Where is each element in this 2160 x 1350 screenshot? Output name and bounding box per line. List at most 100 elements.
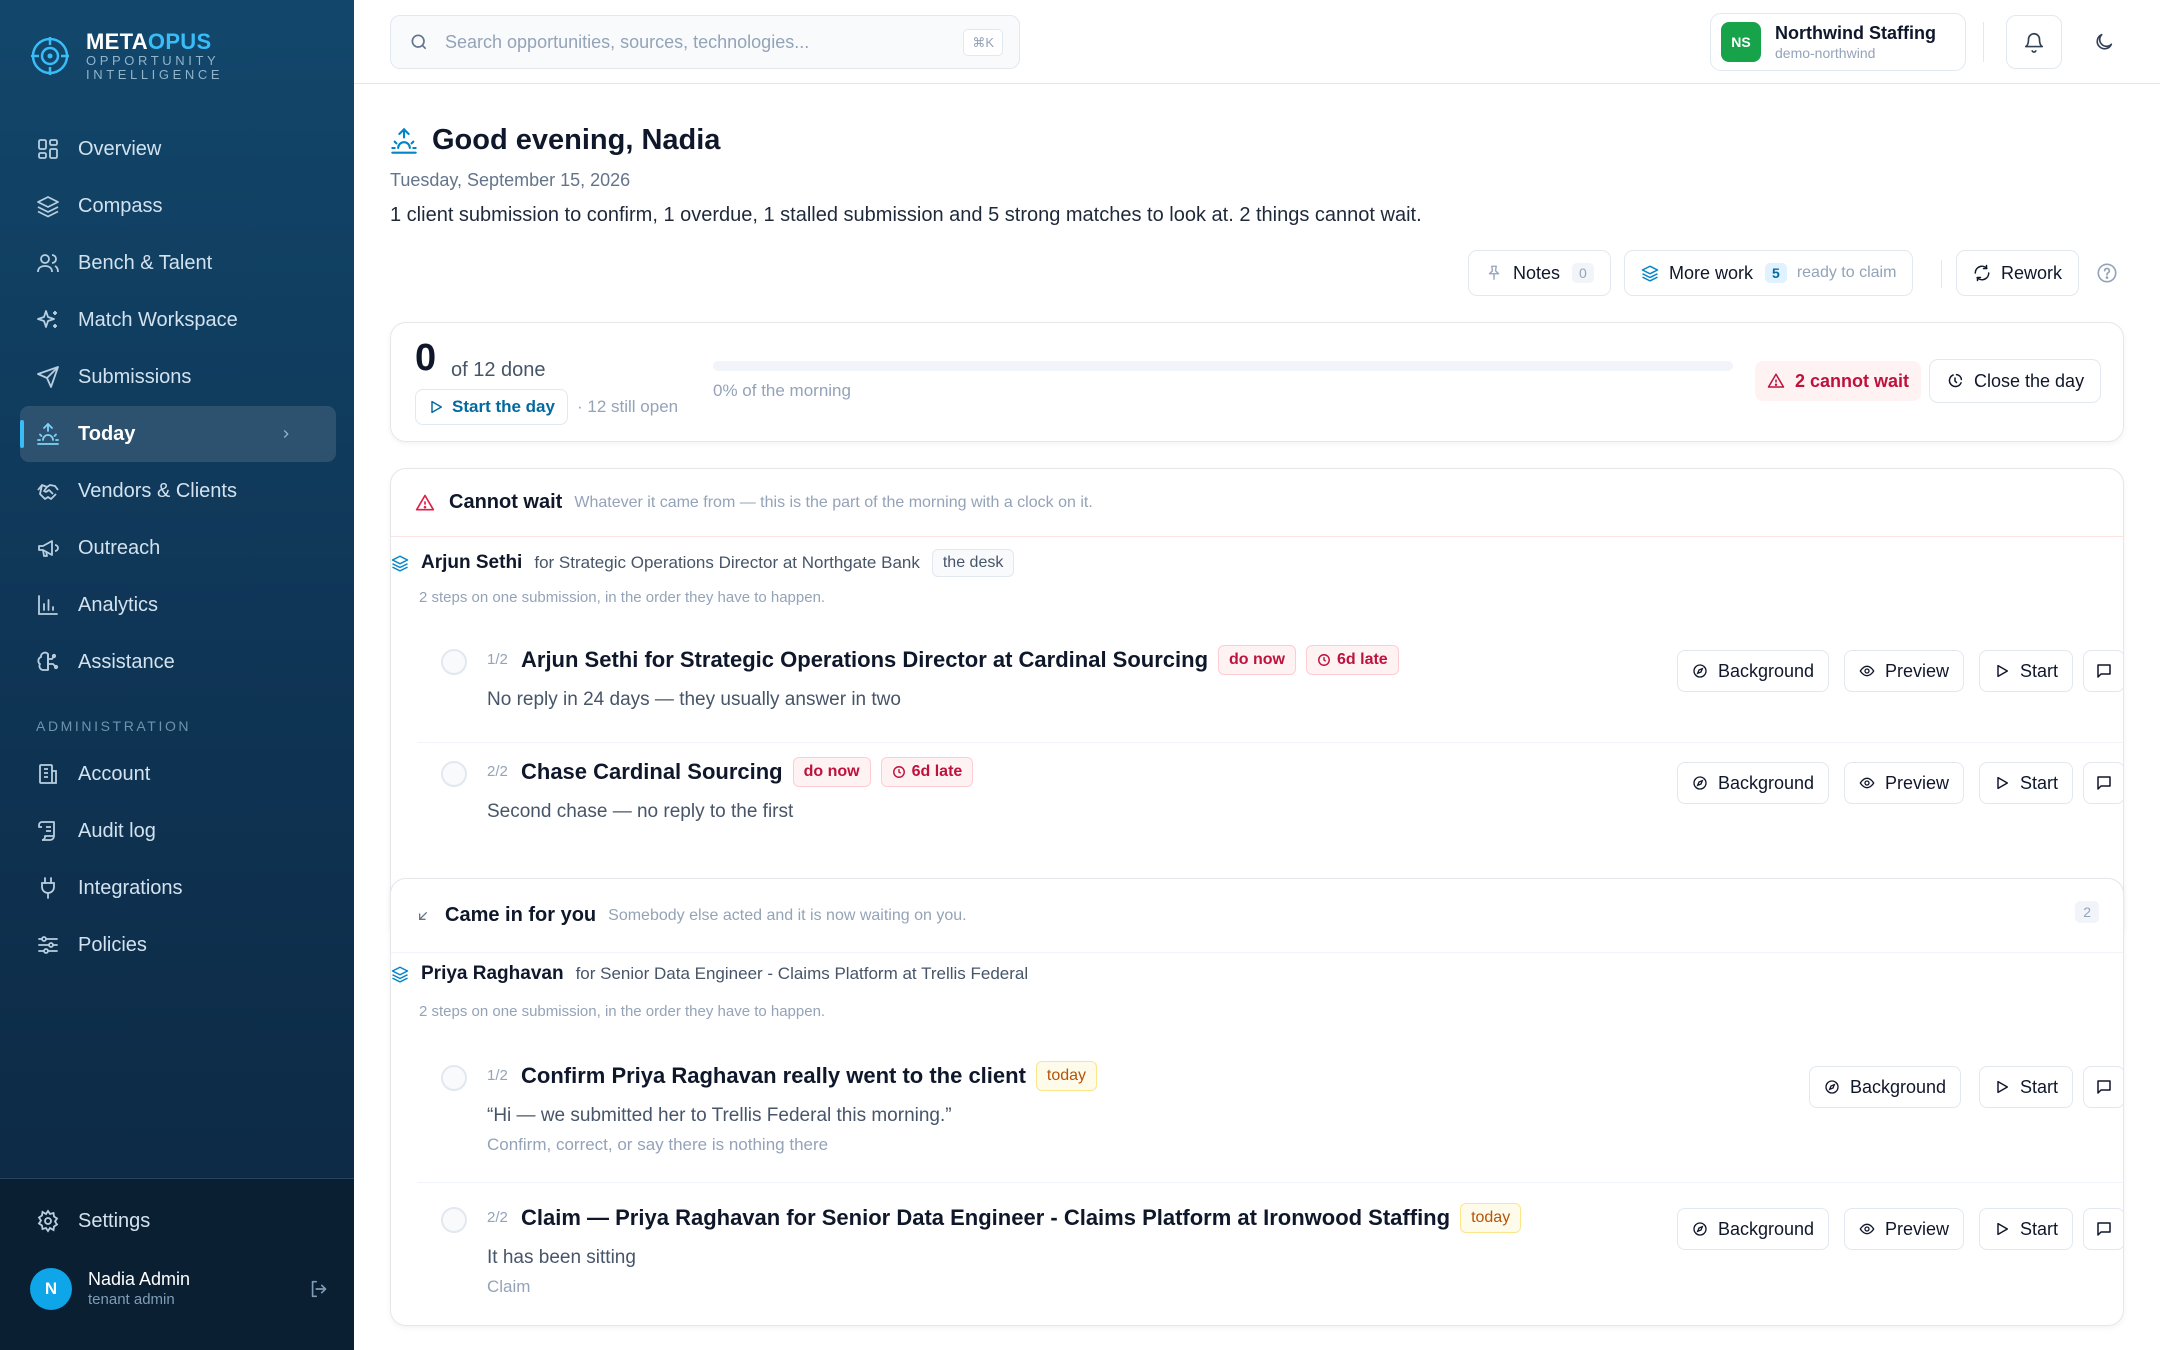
user-profile[interactable]: N Nadia Admin tenant admin: [30, 1268, 330, 1310]
section-title: Cannot wait: [449, 491, 563, 513]
background-button[interactable]: Background: [1677, 1208, 1830, 1250]
page-title: Good evening, Nadia: [432, 124, 721, 156]
nav-item-analytics[interactable]: Analytics: [20, 577, 336, 633]
section-subtitle: Somebody else acted and it is now waitin…: [608, 906, 967, 924]
play-icon: [1994, 1079, 2010, 1095]
arrow-down-left-icon: [415, 908, 431, 924]
divider: [1941, 260, 1942, 288]
tenant-switcher[interactable]: NS Northwind Staffing demo-northwind: [1710, 13, 1966, 71]
nav-label: Outreach: [78, 536, 161, 559]
send-icon: [36, 365, 60, 389]
compass-icon: [1692, 775, 1708, 791]
warning-triangle-icon: [415, 493, 435, 513]
background-button[interactable]: Background: [1677, 650, 1830, 692]
task-checkbox[interactable]: [441, 1065, 467, 1091]
divider: [1983, 22, 1984, 62]
nav-item-bench-talent[interactable]: Bench & Talent: [20, 235, 336, 291]
nav-label: Today: [78, 422, 136, 445]
more-work-button[interactable]: More work 5 ready to claim: [1624, 250, 1914, 296]
do-now-badge: do now: [1218, 645, 1296, 675]
nav-item-integrations[interactable]: Integrations: [20, 860, 336, 916]
task-title-text[interactable]: Arjun Sethi for Strategic Operations Dir…: [521, 647, 1208, 673]
scroll-icon: [36, 819, 60, 843]
candidate-name[interactable]: Arjun Sethi: [421, 552, 522, 574]
theme-toggle-button[interactable]: [2076, 15, 2132, 69]
cannot-wait-section: Cannot wait Whatever it came from — this…: [390, 468, 2124, 938]
nav-label: Overview: [78, 137, 162, 160]
task-title-text[interactable]: Chase Cardinal Sourcing: [521, 759, 783, 785]
background-button[interactable]: Background: [1809, 1066, 1962, 1108]
comment-button[interactable]: [2083, 762, 2123, 804]
section-header: Cannot wait Whatever it came from — this…: [391, 469, 2123, 537]
help-icon[interactable]: [2096, 262, 2118, 284]
search-bar[interactable]: Search opportunities, sources, technolog…: [390, 15, 1020, 69]
nav-item-account[interactable]: Account: [20, 746, 336, 802]
nav-item-assistance[interactable]: Assistance: [20, 634, 336, 690]
layers-icon: [391, 554, 409, 572]
nav-item-audit-log[interactable]: Audit log: [20, 803, 336, 859]
task-step: 1/2: [487, 651, 508, 668]
brand-tagline: OPPORTUNITY INTELLIGENCE: [86, 53, 224, 82]
comment-button[interactable]: [2083, 1066, 2123, 1108]
candidate-name[interactable]: Priya Raghavan: [421, 963, 564, 985]
start-button[interactable]: Start: [1979, 1066, 2074, 1108]
task-checkbox[interactable]: [441, 1207, 467, 1233]
task-checkbox[interactable]: [441, 649, 467, 675]
start-button[interactable]: Start: [1979, 650, 2074, 692]
task-row: 2/2 Claim — Priya Raghavan for Senior Da…: [417, 1183, 2123, 1323]
task-checkbox[interactable]: [441, 761, 467, 787]
layers-icon: [36, 194, 60, 218]
tenant-name: Northwind Staffing: [1775, 23, 1936, 43]
comment-button[interactable]: [2083, 1208, 2123, 1250]
background-button[interactable]: Background: [1677, 762, 1830, 804]
nav-label: Integrations: [78, 876, 183, 899]
handshake-icon: [36, 479, 60, 503]
admin-section-label: ADMINISTRATION: [36, 718, 192, 734]
notes-button[interactable]: Notes 0: [1468, 250, 1611, 296]
task-title-text[interactable]: Claim — Priya Raghavan for Senior Data E…: [521, 1205, 1450, 1231]
search-input[interactable]: Search opportunities, sources, technolog…: [445, 32, 809, 53]
progress-bar: [713, 361, 1733, 371]
start-button[interactable]: Start: [1979, 1208, 2074, 1250]
notifications-button[interactable]: [2006, 15, 2062, 69]
comment-button[interactable]: [2083, 650, 2123, 692]
cannot-wait-badge[interactable]: 2 cannot wait: [1755, 361, 1922, 401]
submission-role: for Senior Data Engineer - Claims Platfo…: [575, 964, 1029, 983]
nav-label: Bench & Talent: [78, 251, 213, 274]
section-header: Came in for you Somebody else acted and …: [391, 879, 2123, 953]
logout-icon[interactable]: [308, 1278, 330, 1300]
nav-item-policies[interactable]: Policies: [20, 917, 336, 973]
task-title: Claim — Priya Raghavan for Senior Data E…: [521, 1203, 1522, 1233]
task-title-text[interactable]: Confirm Priya Raghavan really went to th…: [521, 1063, 1026, 1089]
brand-logo[interactable]: METAOPUS OPPORTUNITY INTELLIGENCE: [30, 30, 226, 82]
preview-button[interactable]: Preview: [1844, 762, 1965, 804]
warning-triangle-icon: [1767, 372, 1785, 390]
nav-item-outreach[interactable]: Outreach: [20, 520, 336, 576]
nav-item-settings[interactable]: Settings: [20, 1193, 336, 1249]
main-nav: Overview Compass Bench & Talent Match Wo…: [20, 121, 336, 691]
bell-icon: [2023, 31, 2045, 53]
nav-item-vendors-clients[interactable]: Vendors & Clients: [20, 463, 336, 519]
nav-item-match-workspace[interactable]: Match Workspace: [20, 292, 336, 348]
task-row: 1/2 Confirm Priya Raghavan really went t…: [417, 1043, 2123, 1183]
preview-button[interactable]: Preview: [1844, 650, 1965, 692]
nav-item-submissions[interactable]: Submissions: [20, 349, 336, 405]
layers-icon: [1641, 264, 1659, 282]
nav-label: Match Workspace: [78, 308, 238, 331]
rework-button[interactable]: Rework: [1956, 250, 2080, 296]
late-badge: 6d late: [1306, 645, 1399, 675]
grid-icon: [36, 137, 60, 161]
more-work-label: More work: [1669, 262, 1754, 283]
preview-button[interactable]: Preview: [1844, 1208, 1965, 1250]
close-day-button[interactable]: Close the day: [1929, 359, 2102, 403]
start-day-button[interactable]: Start the day: [415, 389, 568, 425]
nav-item-compass[interactable]: Compass: [20, 178, 336, 234]
nav-item-overview[interactable]: Overview: [20, 121, 336, 177]
sunrise-icon: [390, 127, 418, 155]
start-button[interactable]: Start: [1979, 762, 2074, 804]
avatar: N: [30, 1268, 72, 1310]
brain-icon: [36, 650, 60, 674]
nav-item-today[interactable]: Today: [20, 406, 336, 462]
task-step: 2/2: [487, 763, 508, 780]
sidebar: METAOPUS OPPORTUNITY INTELLIGENCE Overvi…: [0, 0, 354, 1350]
